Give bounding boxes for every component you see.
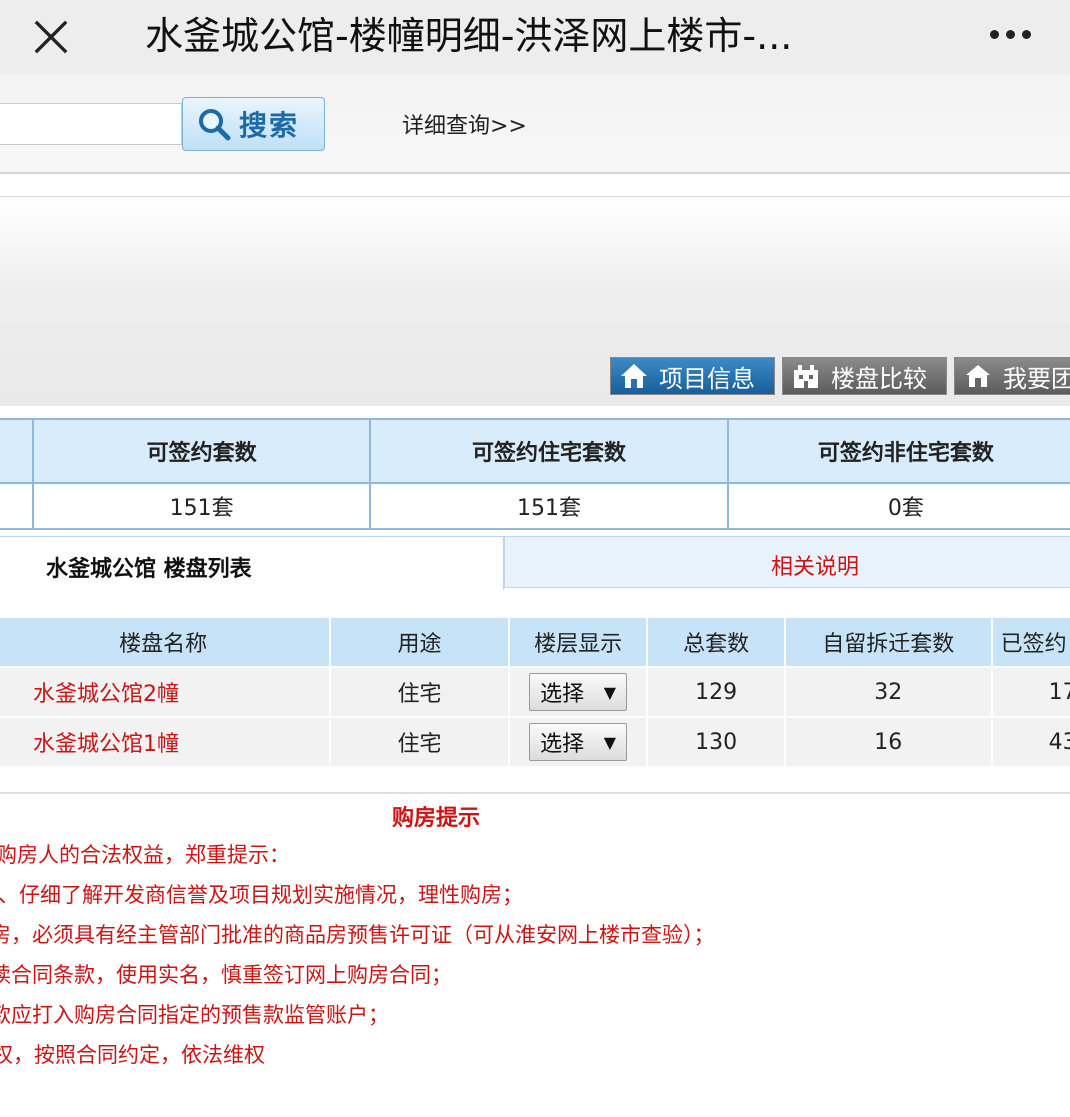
- signed-units: 43: [992, 718, 1070, 766]
- total-units: 130: [648, 718, 784, 766]
- summary-header-cell: 可签约非住宅套数: [726, 418, 1070, 484]
- search-input[interactable]: [0, 103, 182, 145]
- total-units: 129: [648, 668, 784, 716]
- search-button-label: 搜索: [239, 109, 300, 142]
- dropdown-arrow-icon: ▼: [603, 682, 617, 702]
- summary-header-row: 可签约套数 可签约住宅套数 可签约非住宅套数: [0, 418, 1070, 484]
- table-row: 水釜城公馆2幢 住宅 选择 ▼ 129 32 17: [0, 668, 1070, 716]
- tip-line: 款应打入购房合同指定的预售款监管账户；: [0, 1003, 389, 1027]
- tab-building-list[interactable]: 水釜城公馆 楼盘列表: [0, 536, 504, 590]
- home-icon: [621, 364, 647, 388]
- summary-value-cell: [0, 482, 34, 530]
- divider: [0, 792, 1070, 794]
- floor-select-value: 选择: [540, 732, 585, 757]
- more-button[interactable]: [975, 14, 1045, 54]
- building-name-link[interactable]: 水釜城公馆1幢: [0, 718, 330, 766]
- summary-value-cell: 151套: [369, 482, 729, 530]
- summary-header-cell: 可签约住宅套数: [369, 418, 729, 484]
- column-header: 楼层显示: [509, 618, 647, 666]
- more-icon-dot: [1021, 29, 1031, 39]
- group-buy-button[interactable]: 我要团: [954, 357, 1070, 395]
- column-header: 已签约: [992, 618, 1070, 666]
- compare-label: 楼盘比较: [831, 364, 927, 393]
- building-icon: [794, 365, 818, 388]
- floor-select-value: 选择: [540, 682, 585, 707]
- floor-select[interactable]: 选择 ▼: [529, 673, 628, 711]
- building-use: 住宅: [331, 718, 508, 766]
- more-icon-dot: [1005, 29, 1015, 39]
- floor-select-cell: 选择 ▼: [509, 668, 647, 716]
- tab-notes[interactable]: 相关说明: [504, 536, 1070, 588]
- summary-header-cell: [0, 418, 34, 484]
- group-buy-label: 我要团: [1003, 364, 1070, 393]
- close-icon: [34, 20, 68, 54]
- availability-summary: 可签约套数 可签约住宅套数 可签约非住宅套数 151套 151套 0套: [0, 418, 1070, 530]
- tips-title: 购房提示: [392, 806, 481, 831]
- building-table: 楼盘名称 用途 楼层显示 总套数 自留拆迁套数 已签约 水釜城公馆2幢 住宅 选…: [0, 616, 1070, 768]
- search-bar: 搜索 详细查询>>: [0, 74, 1070, 174]
- banner: 项目信息 楼盘比较 我要团: [0, 196, 1070, 406]
- table-row: 水釜城公馆1幢 住宅 选择 ▼ 130 16 43: [0, 718, 1070, 766]
- reserved-units: 16: [785, 718, 991, 766]
- advanced-search-link[interactable]: 详细查询>>: [402, 108, 527, 140]
- column-header: 用途: [331, 618, 508, 666]
- summary-value-cell: 0套: [726, 482, 1070, 530]
- tips-list: 购房人的合法权益，郑重提示： 、仔细了解开发商信誉及项目规划实施情况，理性购房；…: [0, 840, 1070, 1080]
- tab-building-list-label: 水釜城公馆 楼盘列表: [46, 557, 252, 582]
- reserved-units: 32: [785, 668, 991, 716]
- tip-line: 房，必须具有经主管部门批准的商品房预售许可证（可从淮安网上楼市查验）；: [0, 923, 715, 947]
- project-info-label: 项目信息: [659, 364, 755, 393]
- building-use: 住宅: [331, 668, 508, 716]
- magnifier-icon: [199, 109, 231, 141]
- column-header: 总套数: [648, 618, 784, 666]
- summary-value-row: 151套 151套 0套: [0, 482, 1070, 530]
- dropdown-arrow-icon: ▼: [603, 732, 617, 752]
- app-bar: 水釜城公馆-楼幢明细-洪泽网上楼市-...: [0, 0, 1070, 74]
- tip-line: 、仔细了解开发商信誉及项目规划实施情况，理性购房；: [0, 883, 523, 907]
- more-icon-dot: [989, 29, 999, 39]
- tip-line: 权，按照合同约定，依法维权: [0, 1043, 265, 1067]
- tip-line: 读合同条款，使用实名，慎重签订网上购房合同；: [0, 963, 452, 987]
- signed-units: 17: [992, 668, 1070, 716]
- house-icon: [966, 365, 990, 387]
- tab-notes-label: 相关说明: [771, 555, 860, 580]
- search-button[interactable]: 搜索: [182, 97, 325, 151]
- tip-line: 购房人的合法权益，郑重提示：: [0, 843, 290, 867]
- building-name-link[interactable]: 水釜城公馆2幢: [0, 668, 330, 716]
- project-info-button[interactable]: 项目信息: [610, 357, 775, 395]
- summary-value-cell: 151套: [31, 482, 372, 530]
- floor-select[interactable]: 选择 ▼: [529, 723, 628, 761]
- compare-button[interactable]: 楼盘比较: [782, 357, 947, 395]
- floor-select-cell: 选择 ▼: [509, 718, 647, 766]
- page-title: 水釜城公馆-楼幢明细-洪泽网上楼市-...: [145, 14, 793, 58]
- building-table-header: 楼盘名称 用途 楼层显示 总套数 自留拆迁套数 已签约: [0, 618, 1070, 666]
- close-button[interactable]: [22, 8, 80, 66]
- column-header: 楼盘名称: [0, 618, 330, 666]
- summary-header-cell: 可签约套数: [31, 418, 372, 484]
- column-header: 自留拆迁套数: [785, 618, 991, 666]
